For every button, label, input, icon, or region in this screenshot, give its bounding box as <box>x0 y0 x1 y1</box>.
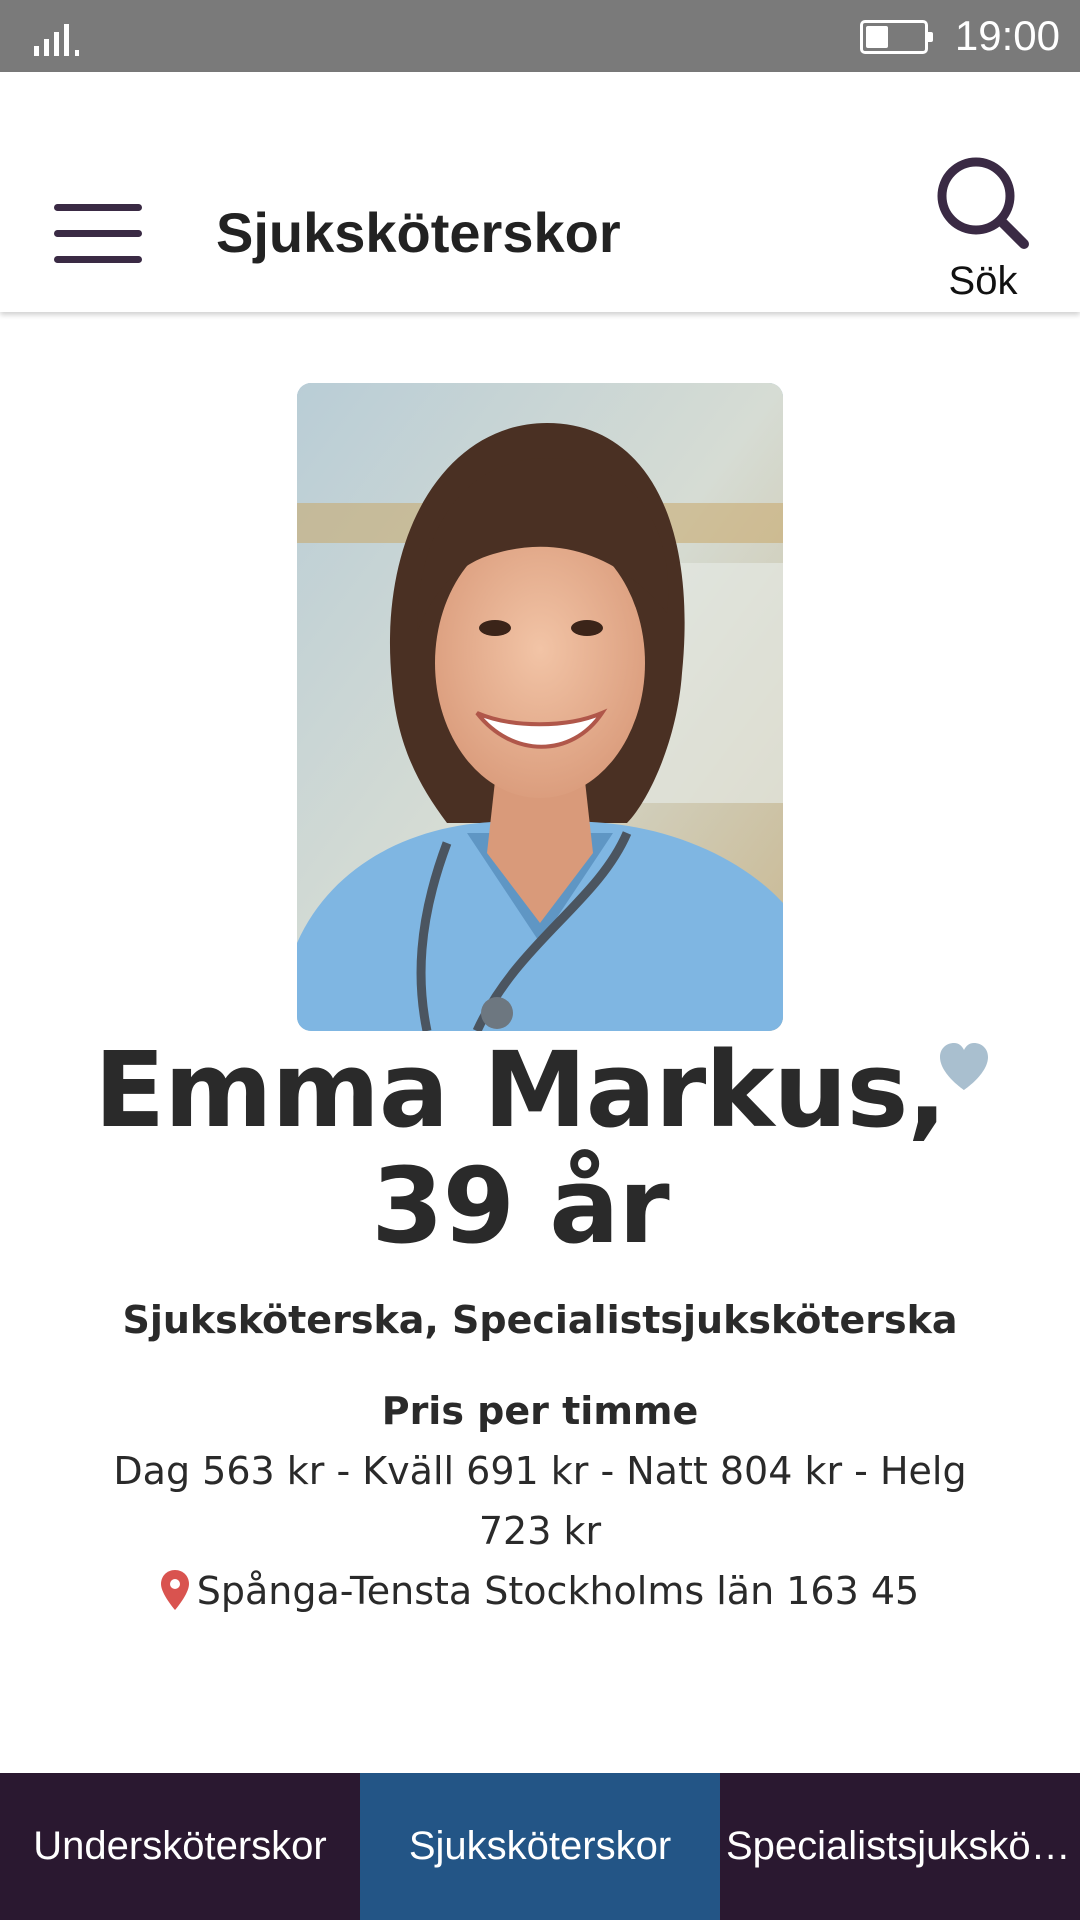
map-pin-icon <box>160 1570 189 1610</box>
menu-button[interactable] <box>46 189 150 279</box>
battery-icon <box>860 20 933 54</box>
tab-underskoterskor[interactable]: Undersköterskor <box>0 1773 360 1920</box>
price-heading: Pris per timme <box>381 1389 699 1433</box>
search-label: Sök <box>948 259 1018 303</box>
status-bar: 19:00 <box>0 0 1080 72</box>
page-title: Sjuksköterskor <box>216 201 621 264</box>
profession-text: Sjuksköterska, Specialistsjuksköterska <box>122 1298 958 1342</box>
profile-age: 39 år <box>371 1145 669 1267</box>
profile-name: Emma Markus, <box>94 1029 947 1151</box>
profile-name-block: Emma Markus, 39 år <box>80 1032 960 1264</box>
signal-icon <box>34 24 79 56</box>
profile-photo <box>297 383 783 1031</box>
heart-icon[interactable] <box>936 1040 992 1094</box>
bottom-tab-bar: Undersköterskor Sjuksköterskor Specialis… <box>0 1773 1080 1920</box>
tab-sjukskoterskor[interactable]: Sjuksköterskor <box>360 1773 720 1920</box>
location-text: Spånga-Tensta Stockholms län 163 45 <box>196 1569 920 1613</box>
magnifier-icon <box>937 157 1029 249</box>
search-button[interactable]: Sök <box>920 146 1046 306</box>
price-list: Dag 563 kr - Kväll 691 kr - Natt 804 kr … <box>113 1449 967 1553</box>
battery-level <box>866 26 888 48</box>
tab-specialistsjukskoterskor[interactable]: Specialistsjuksköterskor <box>720 1773 1080 1920</box>
app-header: Sjuksköterskor Sök <box>0 72 1080 312</box>
status-time: 19:00 <box>954 12 1060 59</box>
location-row: Spånga-Tensta Stockholms län 163 45 <box>60 1560 1020 1622</box>
